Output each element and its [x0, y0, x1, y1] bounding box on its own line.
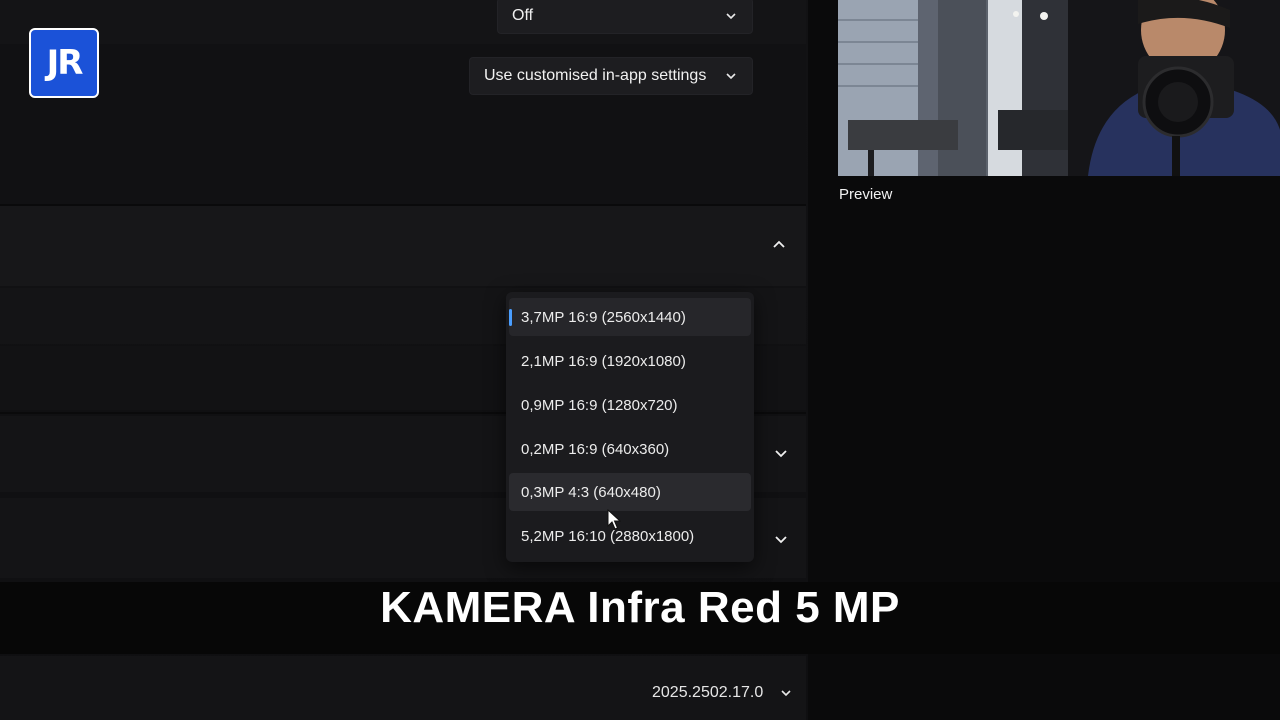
chevron-down-icon [724, 69, 738, 83]
resolution-option[interactable]: 0,9MP 16:9 (1280x720) [509, 386, 751, 424]
brand-logo: JR [29, 28, 99, 98]
in-app-settings-value: Use customised in-app settings [484, 67, 707, 84]
selection-indicator [509, 309, 512, 326]
chevron-down-icon [779, 686, 793, 700]
resolution-option-label: 0,2MP 16:9 (640x360) [521, 440, 670, 458]
resolution-option[interactable]: 3,7MP 16:9 (2560x1440) [509, 298, 751, 336]
resolution-option[interactable]: 0,3MP 4:3 (640x480) [509, 473, 751, 511]
camera-preview [838, 0, 1280, 176]
resolution-option[interactable]: 5,2MP 16:10 (2880x1800) [509, 517, 751, 555]
top-setting-combo[interactable]: Off [497, 0, 753, 34]
chevron-down-icon[interactable] [773, 531, 789, 547]
expander-header[interactable] [0, 206, 806, 286]
resolution-option[interactable]: 0,2MP 16:9 (640x360) [509, 430, 751, 468]
chevron-up-icon[interactable] [771, 237, 787, 253]
version-value: 2025.2502.17.0 [652, 684, 764, 701]
preview-label: Preview [839, 186, 893, 203]
camera-preview-image [838, 0, 1280, 176]
top-setting-value: Off [512, 7, 534, 24]
version-combo[interactable]: 2025.2502.17.0 [652, 684, 793, 702]
resolution-option-label: 0,9MP 16:9 (1280x720) [521, 396, 678, 414]
resolution-option[interactable]: 2,1MP 16:9 (1920x1080) [509, 342, 751, 380]
chevron-down-icon [724, 9, 738, 23]
resolution-dropdown-menu: 3,7MP 16:9 (2560x1440) 2,1MP 16:9 (1920x… [506, 292, 754, 562]
resolution-option-label: 0,3MP 4:3 (640x480) [521, 483, 661, 501]
resolution-option-label: 2,1MP 16:9 (1920x1080) [521, 352, 686, 370]
video-caption: KAMERA Infra Red 5 MP [380, 583, 900, 632]
resolution-option-label: 3,7MP 16:9 (2560x1440) [521, 308, 686, 326]
chevron-down-icon[interactable] [773, 445, 789, 461]
in-app-settings-combo[interactable]: Use customised in-app settings [469, 57, 753, 95]
mouse-cursor-icon [607, 509, 621, 530]
brand-logo-text: JR [46, 43, 84, 83]
